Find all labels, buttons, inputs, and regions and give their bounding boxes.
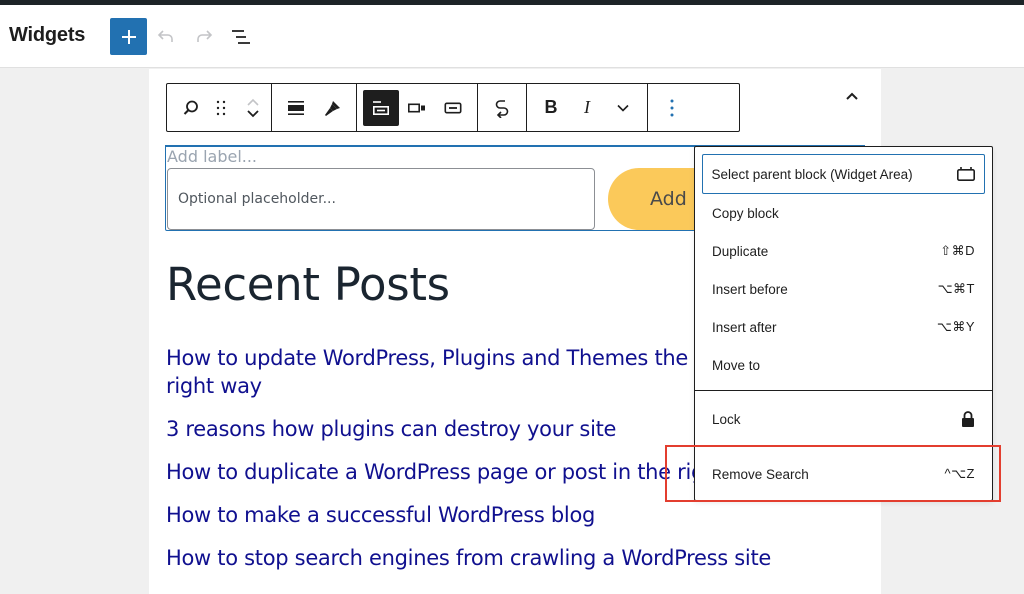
block-mover xyxy=(241,90,265,126)
use-button-icon-button[interactable] xyxy=(435,90,471,126)
menu-item-label: Lock xyxy=(712,411,741,427)
undo-button[interactable] xyxy=(154,25,178,49)
italic-icon: I xyxy=(584,97,590,117)
button-position-button[interactable] xyxy=(399,90,435,126)
more-rich-text-chevron-icon xyxy=(617,104,629,112)
label-position-icon xyxy=(372,100,389,115)
menu-item-label: Insert after xyxy=(712,319,777,335)
menu-item-label: Duplicate xyxy=(712,243,769,259)
menu-item-insert-after[interactable]: Insert after ⌥⌘Y xyxy=(702,308,985,346)
transform-button[interactable] xyxy=(484,90,520,126)
options-kebab-icon xyxy=(670,99,674,116)
menu-item-select-parent[interactable]: Select parent block (Widget Area) xyxy=(702,154,985,194)
bold-icon: B xyxy=(544,97,558,117)
transform-icon xyxy=(495,99,509,118)
menu-item-lock[interactable]: Lock xyxy=(702,399,985,439)
menu-separator xyxy=(695,445,992,446)
italic-button[interactable]: I xyxy=(569,90,605,126)
undo-icon xyxy=(157,30,173,42)
menu-item-shortcut: ⌥⌘T xyxy=(937,281,975,296)
redo-button[interactable] xyxy=(192,25,216,49)
toggle-label-button[interactable] xyxy=(363,89,399,126)
post-link[interactable]: How to make a successful WordPress blog xyxy=(166,501,866,529)
plus-icon xyxy=(121,29,136,44)
editor-header: Widgets xyxy=(0,5,1024,68)
chevron-up-icon xyxy=(846,92,858,100)
style-brush-icon xyxy=(325,100,340,116)
post-link[interactable]: How to update WordPress, Plugins and The… xyxy=(166,344,706,400)
justify-button[interactable] xyxy=(278,90,314,126)
menu-item-remove-search[interactable]: Remove Search ^⌥Z xyxy=(702,454,985,494)
toolbar-group-layout xyxy=(357,84,478,131)
menu-item-shortcut: ^⌥Z xyxy=(944,466,975,481)
block-options-menu: Select parent block (Widget Area) Copy b… xyxy=(694,146,993,501)
search-label-field[interactable]: Add label... xyxy=(167,147,257,166)
menu-item-shortcut: ⇧⌘D xyxy=(940,243,975,258)
redo-icon xyxy=(197,30,213,42)
list-view-button[interactable] xyxy=(229,25,253,49)
collapse-toolbar-button[interactable] xyxy=(840,84,864,108)
toolbar-group-align xyxy=(272,84,357,131)
toolbar-group-parent xyxy=(167,84,272,131)
block-type-button[interactable] xyxy=(173,90,209,126)
menu-item-label: Remove Search xyxy=(712,466,809,482)
toolbar-group-transform xyxy=(478,84,527,131)
menu-item-move-to[interactable]: Move to xyxy=(702,346,985,384)
justify-icon xyxy=(288,100,304,115)
move-down-icon[interactable] xyxy=(246,109,260,118)
button-inside-icon xyxy=(444,101,462,113)
menu-item-copy-block[interactable]: Copy block xyxy=(702,194,985,232)
move-up-icon[interactable] xyxy=(246,98,260,106)
drag-handle-icon xyxy=(216,100,226,115)
button-outside-icon xyxy=(407,102,425,113)
menu-item-insert-before[interactable]: Insert before ⌥⌘T xyxy=(702,270,985,308)
menu-separator xyxy=(695,390,992,391)
styles-button[interactable] xyxy=(314,90,350,126)
toolbar-group-options xyxy=(648,84,696,131)
search-icon xyxy=(183,100,198,115)
menu-item-label: Move to xyxy=(712,357,761,373)
options-button[interactable] xyxy=(654,90,690,126)
drag-handle[interactable] xyxy=(209,90,233,126)
menu-item-label: Copy block xyxy=(712,205,779,221)
add-block-button[interactable] xyxy=(110,18,147,55)
list-view-icon xyxy=(232,30,250,44)
recent-posts-heading: Recent Posts xyxy=(166,258,450,311)
lock-icon xyxy=(962,411,974,427)
menu-item-label: Insert before xyxy=(712,281,788,297)
menu-item-duplicate[interactable]: Duplicate ⇧⌘D xyxy=(702,232,985,270)
post-link[interactable]: How to stop search engines from crawling… xyxy=(166,544,866,572)
toolbar-group-format: B I xyxy=(527,84,648,131)
menu-item-shortcut: ⌥⌘Y xyxy=(936,319,975,334)
search-input[interactable]: Optional placeholder... xyxy=(167,168,595,230)
widget-area-icon xyxy=(956,167,975,181)
page-title: Widgets xyxy=(9,24,86,46)
menu-item-label: Select parent block (Widget Area) xyxy=(711,166,913,182)
block-toolbar: B I xyxy=(166,83,740,132)
more-formatting-button[interactable] xyxy=(605,90,641,126)
bold-button[interactable]: B xyxy=(533,90,569,126)
